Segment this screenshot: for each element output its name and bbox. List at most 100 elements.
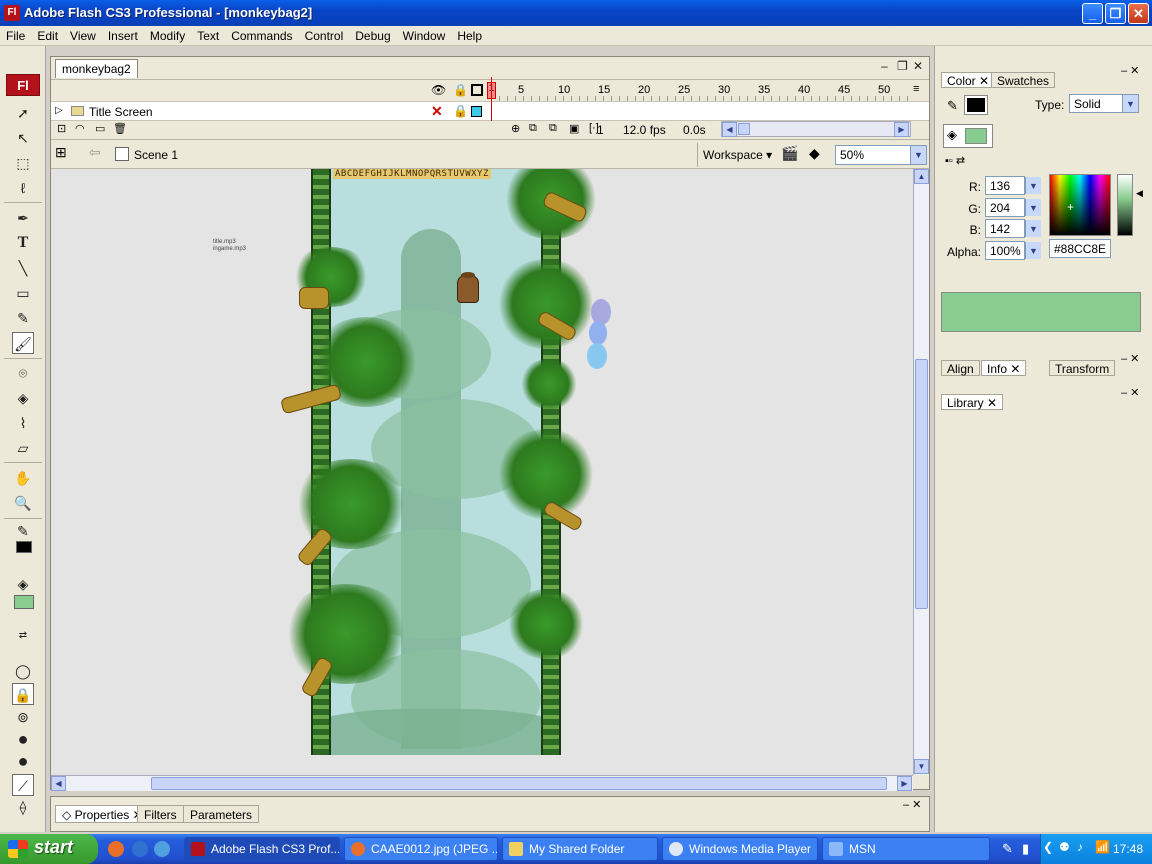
tab-align[interactable]: Align (941, 360, 980, 376)
tab-properties[interactable]: ◇ Properties ✕ (55, 805, 150, 823)
scroll-left-icon[interactable]: ◀ (51, 776, 66, 791)
explorer-quicklaunch-icon[interactable] (154, 841, 170, 857)
fill-swatch[interactable] (965, 128, 987, 144)
tray-pen-icon[interactable]: ✎ (1002, 841, 1013, 857)
menu-commands[interactable]: Commands (225, 26, 298, 45)
scroll-right-icon[interactable]: ▶ (894, 122, 909, 137)
eye-icon[interactable]: 👁 (431, 83, 446, 97)
clock[interactable]: 17:48 (1113, 842, 1143, 856)
stroke-color-pencil-icon[interactable]: ✎ (12, 520, 34, 542)
luminance-pointer-icon[interactable]: ◀ (1136, 188, 1143, 199)
stage-vertical-scrollbar[interactable]: ▲ ▼ (913, 169, 929, 775)
tray-network-icon[interactable]: ⚉ (1059, 840, 1070, 854)
tilt-icon[interactable]: ⟠ (12, 796, 34, 818)
free-transform-tool-icon[interactable]: ⬚ (12, 152, 34, 174)
tab-color[interactable]: Color ✕ (941, 72, 996, 88)
menu-control[interactable]: Control (299, 26, 350, 45)
doc-close-icon[interactable]: ✕ (913, 59, 923, 73)
lock-icon[interactable]: 🔒 (453, 83, 468, 97)
zoom-tool-icon[interactable]: 🔍 (12, 492, 34, 514)
back-arrow-icon[interactable]: ⇦ (89, 144, 101, 161)
start-button[interactable]: start (0, 834, 98, 864)
task-shared-folder[interactable]: My Shared Folder (502, 837, 658, 861)
brush-size-icon[interactable]: ● (12, 728, 34, 750)
layer-row[interactable]: ▷ Title Screen ✕ 🔒 (51, 101, 929, 121)
timeline-toggle-icon[interactable]: ⊞ (55, 144, 67, 161)
scroll-left-icon[interactable]: ◀ (722, 122, 737, 137)
subselection-tool-icon[interactable]: ↖ (12, 127, 34, 149)
firefox-quicklaunch-icon[interactable] (108, 841, 124, 857)
doc-minimize-icon[interactable]: – (881, 59, 888, 73)
type-select[interactable]: Solid ▼ (1069, 94, 1139, 113)
tab-transform[interactable]: Transform (1049, 360, 1116, 376)
menu-insert[interactable]: Insert (102, 26, 144, 45)
timeline-scrollbar[interactable]: ◀ ▶ (721, 121, 911, 137)
media-quicklaunch-icon[interactable] (132, 841, 148, 857)
lasso-tool-icon[interactable]: ℓ (12, 177, 34, 199)
scroll-down-icon[interactable]: ▼ (914, 759, 929, 774)
delete-layer-icon[interactable]: 🗑 (113, 122, 127, 135)
pen-tool-icon[interactable]: ✒ (12, 207, 34, 229)
green-input[interactable]: 204 (985, 198, 1025, 217)
chevron-down-icon[interactable]: ▼ (1122, 95, 1138, 112)
panel-close-icon[interactable]: – ✕ (903, 798, 921, 811)
bubble-shape[interactable] (587, 343, 607, 369)
text-tool-icon[interactable]: T (12, 232, 34, 254)
edit-symbols-icon[interactable]: ◆ (809, 145, 820, 162)
center-frame-icon[interactable]: ⊕ (511, 122, 520, 135)
hidden-x-icon[interactable]: ✕ (431, 103, 443, 120)
task-media-player[interactable]: Windows Media Player (662, 837, 818, 861)
luminance-bar[interactable] (1117, 174, 1133, 236)
pressure-icon[interactable]: ⟋ (12, 774, 34, 796)
eraser-tool-icon[interactable]: ▱ (12, 437, 34, 459)
menu-help[interactable]: Help (451, 26, 488, 45)
alpha-slider-icon[interactable]: ▼ (1025, 242, 1041, 259)
rectangle-tool-icon[interactable]: ▭ (12, 282, 34, 304)
ink-bottle-tool-icon[interactable]: ⌾ (12, 362, 34, 384)
outline-icon[interactable] (471, 84, 483, 96)
tray-wifi-icon[interactable]: 📶 (1095, 840, 1110, 854)
menu-debug[interactable]: Debug (349, 26, 396, 45)
scroll-right-icon[interactable]: ▶ (897, 776, 912, 791)
onion-outlines-icon[interactable]: ⧉ (549, 122, 557, 135)
expand-triangle-icon[interactable]: ▷ (55, 105, 63, 116)
task-jpeg[interactable]: CAAE0012.jpg (JPEG ... (344, 837, 498, 861)
red-slider-icon[interactable]: ▼ (1025, 177, 1041, 194)
alpha-input[interactable]: 100% (985, 241, 1025, 260)
maximize-button[interactable]: ❐ (1105, 3, 1126, 24)
hex-input[interactable]: #88CC8E (1049, 239, 1111, 258)
doc-restore-icon[interactable]: ❐ (897, 59, 908, 73)
task-msn[interactable]: MSN (822, 837, 990, 861)
onion-skin-icon[interactable]: ⧉ (529, 122, 537, 135)
insert-folder-icon[interactable]: ▭ (95, 122, 105, 135)
edit-scene-icon[interactable]: 🎬 (781, 145, 798, 162)
color-spectrum[interactable] (1049, 174, 1111, 236)
tab-library[interactable]: Library ✕ (941, 394, 1004, 410)
blue-input[interactable]: 142 (985, 219, 1025, 238)
brush-mode-icon[interactable]: ⊚ (12, 706, 34, 728)
brush-shape-icon[interactable]: ● (12, 750, 34, 772)
horizontal-scroll-thumb[interactable] (151, 777, 887, 790)
swap-colors-icon[interactable]: ⇄ (12, 625, 34, 647)
panel-menu-icon[interactable]: – ✕ (1121, 64, 1139, 77)
add-guide-icon[interactable]: ◠ (75, 122, 85, 135)
fill-color-swatch[interactable] (14, 595, 34, 609)
red-input[interactable]: 136 (985, 176, 1025, 195)
tab-info[interactable]: Info ✕ (981, 360, 1027, 376)
monkey-sprite[interactable] (457, 275, 479, 303)
menu-view[interactable]: View (64, 26, 102, 45)
object-drawing-icon[interactable]: ◯ (12, 660, 34, 682)
stroke-swatch[interactable] (964, 95, 988, 115)
vertical-scroll-thumb[interactable] (915, 359, 928, 609)
fill-color-bucket-icon[interactable]: ◈ (12, 573, 34, 595)
tab-parameters[interactable]: Parameters (183, 805, 260, 823)
task-flash[interactable]: Adobe Flash CS3 Prof... (184, 837, 340, 861)
scroll-up-icon[interactable]: ▲ (914, 169, 929, 184)
panel-menu-icon[interactable]: – ✕ (1121, 386, 1139, 399)
timeline-scroll-thumb[interactable] (738, 123, 750, 135)
bubble-shape[interactable] (589, 321, 607, 345)
brush-tool-icon[interactable]: 🖌 (12, 332, 34, 354)
pencil-tool-icon[interactable]: ✎ (12, 307, 34, 329)
stroke-color-swatch[interactable] (16, 541, 32, 553)
tray-collapse-icon[interactable]: ❮ (1043, 840, 1053, 854)
